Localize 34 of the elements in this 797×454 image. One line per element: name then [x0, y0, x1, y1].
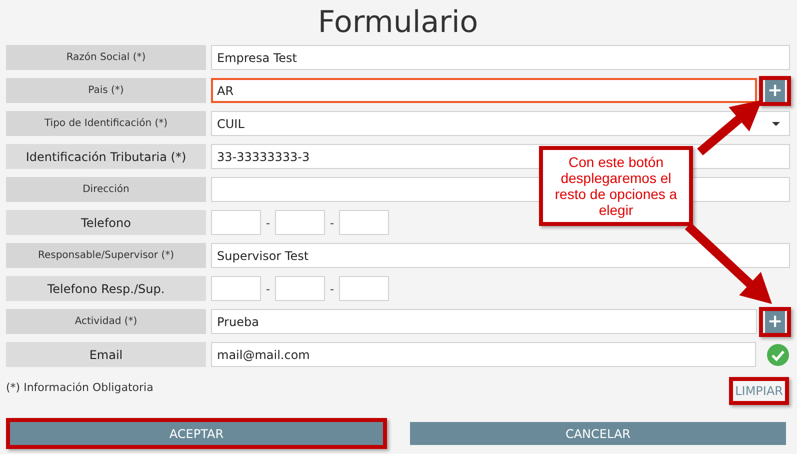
dropdown[interactable]: CUIL	[211, 111, 790, 136]
input-field[interactable]: Empresa Test	[211, 45, 790, 70]
input-field[interactable]: Prueba	[211, 309, 757, 334]
separator-text: -	[328, 282, 336, 296]
field-label: Pais (*)	[6, 78, 206, 103]
separator-text: -	[328, 216, 336, 230]
action-button[interactable]: ACEPTAR	[6, 418, 387, 449]
input-field[interactable]	[275, 210, 325, 235]
separator-text: -	[264, 216, 272, 230]
field-label: Tipo de Identificación (*)	[6, 111, 206, 136]
input-field[interactable]	[211, 276, 261, 301]
add-button[interactable]: +	[759, 306, 791, 336]
field-label: Telefono Resp./Sup.	[6, 276, 206, 301]
caret-icon	[772, 122, 780, 126]
field-label: Responsable/Supervisor (*)	[6, 243, 206, 268]
input-field[interactable]: AR	[211, 78, 757, 103]
required-note: (*) Información Obligatoria	[6, 381, 154, 394]
form-title: Formulario	[318, 4, 478, 42]
field-label: Email	[6, 342, 206, 367]
input-field[interactable]	[275, 276, 325, 301]
arrow	[697, 100, 762, 156]
field-label: Dirección	[6, 177, 206, 202]
separator-text: -	[264, 282, 272, 296]
field-label: Razón Social (*)	[6, 45, 206, 70]
input-field[interactable]: mail@mail.com	[211, 342, 756, 367]
field-label: Identificación Tributaria (*)	[6, 144, 206, 169]
input-field[interactable]: Supervisor Test	[211, 243, 790, 268]
field-label: Actividad (*)	[6, 309, 206, 334]
callout-tooltip: Con este botón desplegaremos el resto de opciones a elegir	[539, 146, 693, 226]
input-field[interactable]	[339, 210, 389, 235]
field-label: Telefono	[6, 210, 206, 235]
input-field[interactable]	[211, 210, 261, 235]
input-field[interactable]	[339, 276, 389, 301]
add-button[interactable]: +	[759, 76, 791, 106]
